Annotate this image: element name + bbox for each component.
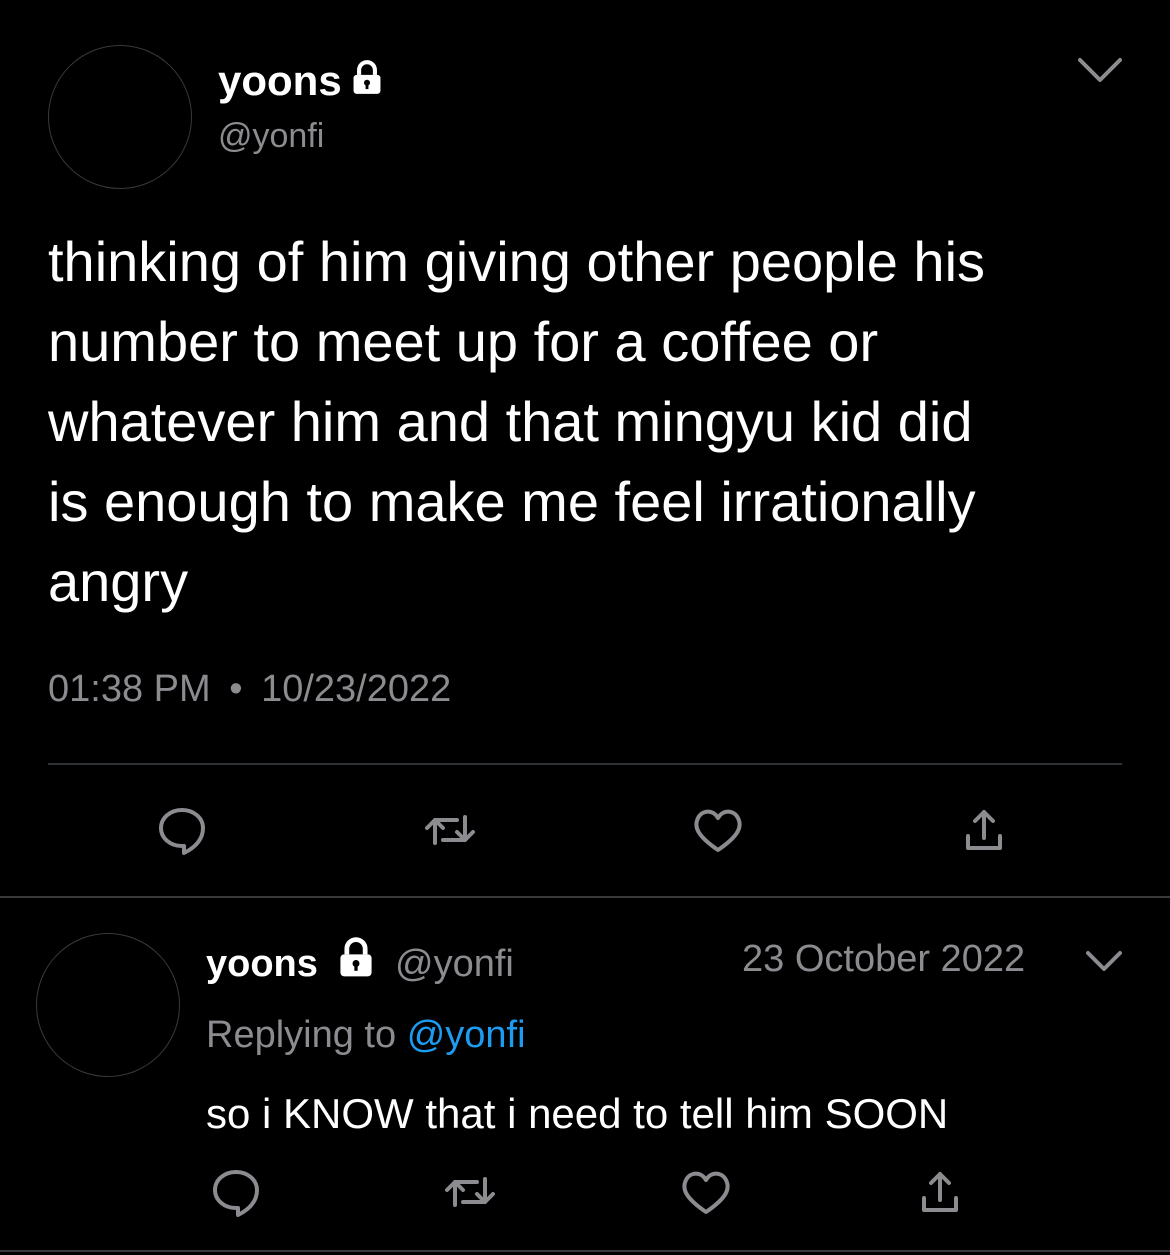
share-icon[interactable] — [954, 800, 1014, 860]
tweet-text-line: thinking of him giving other people his — [48, 230, 986, 293]
lock-icon — [348, 58, 386, 108]
tweet-time: 01:38 PM — [48, 668, 211, 710]
chevron-down-icon[interactable] — [1080, 942, 1128, 978]
replying-to-label: Replying to — [206, 1014, 397, 1056]
replying-to: Replying to @yonfi — [206, 1012, 526, 1058]
tweet-text-line: angry — [48, 550, 189, 613]
bottom-divider — [0, 1250, 1170, 1252]
handle[interactable]: @yonfi — [218, 115, 324, 157]
reply-handle[interactable]: @yonfi — [395, 943, 514, 985]
replying-to-handle-link[interactable]: @yonfi — [407, 1014, 526, 1056]
share-icon[interactable] — [910, 1162, 970, 1222]
section-divider — [0, 896, 1170, 898]
reply-date[interactable]: 23 October 2022 — [742, 936, 1025, 982]
tweet-text: thinking of him giving other people his … — [48, 222, 1138, 622]
chevron-down-icon[interactable] — [1074, 50, 1126, 90]
avatar[interactable] — [48, 45, 192, 189]
reply-text: so i KNOW that i need to tell him SOON — [206, 1090, 949, 1137]
retweet-icon[interactable] — [420, 800, 480, 860]
divider — [48, 763, 1122, 765]
display-name[interactable]: yoons — [218, 56, 386, 108]
tweet-text-line: number to meet up for a coffee or — [48, 310, 879, 373]
reply-avatar[interactable] — [36, 933, 180, 1077]
reply-icon[interactable] — [152, 800, 212, 860]
reply-display-name[interactable]: yoons — [206, 943, 318, 985]
like-icon[interactable] — [688, 800, 748, 860]
timestamp[interactable]: 01:38 PM • 10/23/2022 — [48, 666, 451, 712]
tweet-date: 10/23/2022 — [261, 668, 452, 710]
lock-icon — [334, 936, 378, 991]
retweet-icon[interactable] — [440, 1162, 500, 1222]
reply-header: yoons @yonfi — [206, 936, 514, 991]
display-name-text: yoons — [218, 57, 342, 104]
separator-dot: • — [229, 668, 243, 710]
tweet-text-line: whatever him and that mingyu kid did — [48, 390, 973, 453]
reply-icon[interactable] — [206, 1162, 266, 1222]
tweet-text-line: is enough to make me feel irrationally — [48, 470, 976, 533]
like-icon[interactable] — [676, 1162, 736, 1222]
